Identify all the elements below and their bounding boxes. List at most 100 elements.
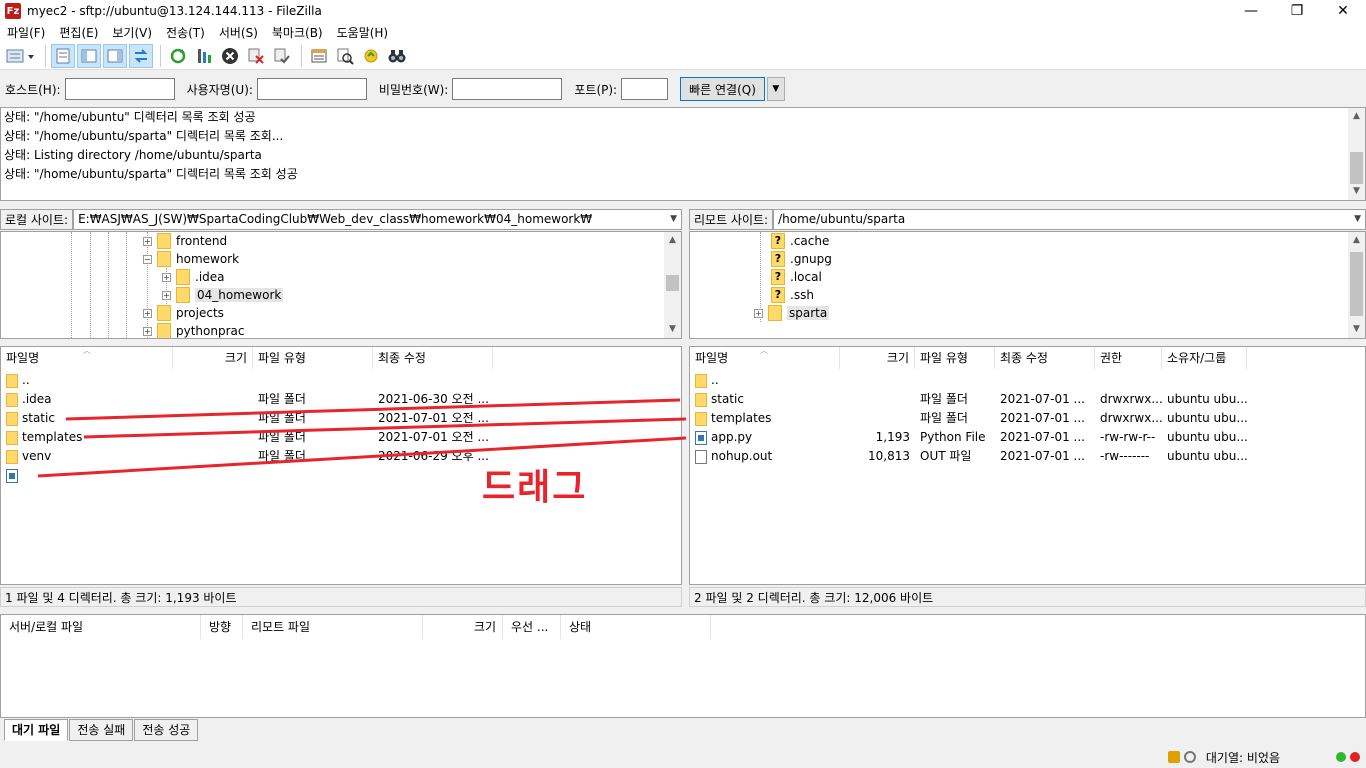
- folder-icon: [6, 411, 18, 426]
- toggle-remote-tree-icon[interactable]: [103, 43, 127, 68]
- toggle-queue-icon[interactable]: [129, 43, 153, 68]
- tree-item[interactable]: ? .ssh: [771, 286, 814, 304]
- column-header-modified[interactable]: 최종 수정: [995, 347, 1095, 369]
- queue-column-direction[interactable]: 방향: [201, 615, 243, 639]
- column-header-modified[interactable]: 최종 수정: [373, 347, 493, 369]
- quickconnect-bar: 호스트(H): 사용자명(U): 비밀번호(W): 포트(P): 빠른 연결(Q…: [0, 72, 1366, 106]
- column-header-owner[interactable]: 소유자/그룹: [1162, 347, 1247, 369]
- disconnect-icon[interactable]: [244, 44, 268, 68]
- file-row[interactable]: nohup.out 10,813 OUT 파일 2021-07-01 ... -…: [690, 447, 1247, 466]
- file-row[interactable]: .idea 파일 폴더 2021-06-30 오전 ...: [1, 390, 493, 409]
- file-row[interactable]: static 파일 폴더 2021-07-01 ... drwxrwx... u…: [690, 390, 1247, 409]
- minimize-button[interactable]: —: [1228, 0, 1274, 22]
- port-label: 포트(P):: [574, 82, 618, 97]
- username-input[interactable]: [256, 78, 367, 100]
- expand-icon[interactable]: +: [143, 236, 152, 246]
- host-input[interactable]: [64, 78, 175, 100]
- led-green-icon: [1336, 752, 1346, 762]
- tree-item[interactable]: + .idea: [162, 268, 225, 286]
- speed-limit-icon[interactable]: [1183, 751, 1196, 763]
- chevron-down-icon[interactable]: ▼: [670, 210, 677, 229]
- cancel-operation-icon[interactable]: [218, 44, 242, 68]
- tree-item[interactable]: + frontend: [143, 232, 227, 250]
- column-header-filename[interactable]: ︿ 파일명: [1, 347, 173, 369]
- password-label: 비밀번호(W):: [378, 82, 449, 97]
- quickconnect-history-dropdown[interactable]: ▼: [766, 77, 785, 101]
- tree-item[interactable]: + pythonprac: [143, 322, 244, 338]
- chevron-down-icon[interactable]: ▼: [1354, 210, 1361, 229]
- queue-column-remote-file[interactable]: 리모트 파일: [243, 615, 423, 639]
- quickconnect-button[interactable]: 빠른 연결(Q): [680, 77, 765, 101]
- expand-icon[interactable]: +: [754, 308, 763, 318]
- password-input[interactable]: [452, 78, 563, 100]
- column-header-type[interactable]: 파일 유형: [253, 347, 373, 369]
- tab-failed-transfers[interactable]: 전송 실패: [69, 719, 134, 741]
- log-line: 상태: Listing directory /home/ubuntu/spart…: [4, 148, 262, 162]
- site-manager-icon[interactable]: [4, 44, 38, 68]
- tab-queued-files[interactable]: 대기 파일: [4, 719, 69, 741]
- column-header-type[interactable]: 파일 유형: [915, 347, 995, 369]
- port-input[interactable]: [621, 78, 669, 100]
- tree-item[interactable]: ? .cache: [771, 232, 829, 250]
- menu-edit[interactable]: 편집(E): [52, 24, 105, 41]
- compare-directories-icon[interactable]: [333, 44, 357, 68]
- log-scrollbar[interactable]: ▲ ▼: [1348, 108, 1365, 200]
- local-tree-scrollbar[interactable]: ▲ ▼: [664, 232, 681, 338]
- tree-item[interactable]: − homework: [143, 250, 239, 268]
- toggle-local-tree-icon[interactable]: [77, 43, 101, 68]
- expand-icon[interactable]: +: [143, 308, 152, 318]
- menu-help[interactable]: 도움말(H): [330, 24, 396, 41]
- tree-item-label: frontend: [176, 234, 228, 248]
- expand-icon[interactable]: +: [162, 290, 171, 300]
- remote-path-input[interactable]: /home/ubuntu/sparta ▼: [773, 209, 1366, 230]
- tree-item[interactable]: + projects: [143, 304, 224, 322]
- menu-server[interactable]: 서버(S): [212, 24, 265, 41]
- process-queue-icon[interactable]: [192, 44, 216, 68]
- close-button[interactable]: ✕: [1320, 0, 1366, 22]
- column-header-filename[interactable]: ︿ 파일명: [690, 347, 840, 369]
- queue-column-status[interactable]: 상태: [561, 615, 711, 639]
- file-row[interactable]: templates 파일 폴더 2021-07-01 ... drwxrwx..…: [690, 409, 1247, 428]
- menu-file[interactable]: 파일(F): [0, 24, 52, 41]
- expand-icon[interactable]: +: [143, 326, 152, 336]
- tree-item-selected[interactable]: + 04_homework: [162, 286, 284, 304]
- tree-item[interactable]: ? .local: [771, 268, 822, 286]
- file-row[interactable]: static 파일 폴더 2021-07-01 오전 ...: [1, 409, 493, 428]
- reconnect-icon[interactable]: [270, 44, 294, 68]
- file-row[interactable]: templates 파일 폴더 2021-07-01 오전 ...: [1, 428, 493, 447]
- file-row[interactable]: ..: [690, 371, 840, 390]
- maximize-button[interactable]: ❐: [1274, 0, 1320, 22]
- collapse-icon[interactable]: −: [143, 254, 152, 264]
- file-row[interactable]: [1, 466, 253, 485]
- tree-item[interactable]: ? .gnupg: [771, 250, 832, 268]
- column-header-size[interactable]: 크기: [173, 347, 253, 369]
- search-binoculars-icon[interactable]: [385, 44, 409, 68]
- remote-tree-scrollbar[interactable]: ▲ ▼: [1348, 232, 1365, 338]
- python-file-icon: [695, 430, 707, 445]
- file-row[interactable]: ..: [1, 371, 253, 390]
- synchronized-browsing-icon[interactable]: [359, 44, 383, 68]
- menu-transfer[interactable]: 전송(T): [159, 24, 212, 41]
- menu-view[interactable]: 보기(V): [105, 24, 159, 41]
- queue-tabs: 대기 파일 전송 실패 전송 성공: [4, 719, 199, 741]
- expand-icon[interactable]: +: [162, 272, 171, 282]
- queue-column-size[interactable]: 크기: [423, 615, 503, 639]
- refresh-icon[interactable]: [166, 44, 190, 68]
- menu-bookmarks[interactable]: 북마크(B): [265, 24, 330, 41]
- column-header-size[interactable]: 크기: [840, 347, 915, 369]
- directory-listing-filter-icon[interactable]: [307, 44, 331, 68]
- tree-item-selected[interactable]: + sparta: [754, 304, 830, 322]
- local-path-input[interactable]: E:₩ASJ₩AS_J(SW)₩SpartaCodingClub₩Web_dev…: [73, 209, 682, 230]
- queue-column-local-file[interactable]: 서버/로컬 파일: [1, 615, 201, 639]
- host-label: 호스트(H):: [5, 82, 61, 97]
- column-header-permissions[interactable]: 권한: [1095, 347, 1162, 369]
- file-row[interactable]: app.py 1,193 Python File 2021-07-01 ... …: [690, 428, 1247, 447]
- queue-status: 대기열: 비었음: [1205, 750, 1280, 765]
- toggle-log-icon[interactable]: [51, 43, 75, 68]
- queue-header: 서버/로컬 파일 방향 리모트 파일 크기 우선 ... 상태: [1, 615, 1365, 639]
- queue-column-priority[interactable]: 우선 ...: [503, 615, 561, 639]
- remote-status: 2 파일 및 2 디렉터리. 총 크기: 12,006 바이트: [689, 587, 1366, 607]
- folder-icon: [157, 305, 171, 321]
- file-row[interactable]: venv 파일 폴더 2021-06-29 오후 ...: [1, 447, 493, 466]
- tab-successful-transfers[interactable]: 전송 성공: [134, 719, 199, 741]
